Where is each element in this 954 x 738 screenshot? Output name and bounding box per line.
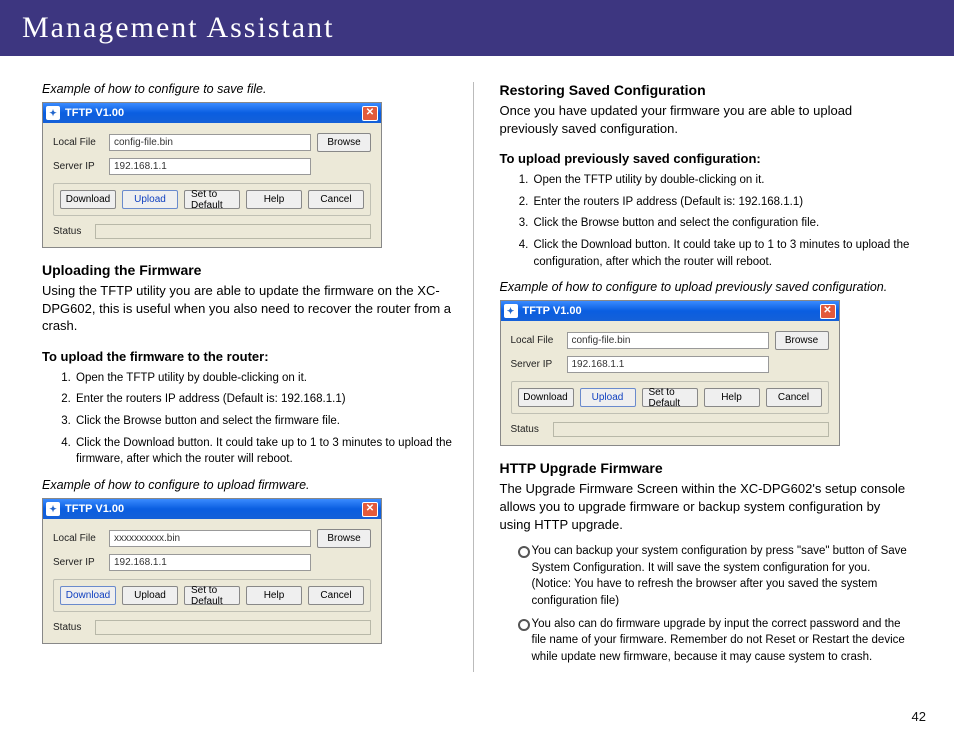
server-ip-label: Server IP bbox=[511, 359, 561, 370]
local-file-input[interactable] bbox=[109, 530, 311, 547]
local-file-label: Local File bbox=[53, 137, 103, 148]
steps-upload-config: Open the TFTP utility by double-clicking… bbox=[500, 172, 913, 270]
download-button[interactable]: Download bbox=[60, 586, 116, 605]
list-item: Click the Download button. It could take… bbox=[532, 237, 913, 270]
subheading-upload-config: To upload previously saved configuration… bbox=[500, 151, 913, 166]
status-label: Status bbox=[53, 622, 89, 633]
app-icon bbox=[504, 304, 518, 318]
local-file-label: Local File bbox=[53, 533, 103, 544]
dialog-title: TFTP V1.00 bbox=[523, 305, 582, 317]
text-uploading-firmware: Using the TFTP utility you are able to u… bbox=[42, 282, 455, 335]
text-http-upgrade: The Upgrade Firmware Screen within the X… bbox=[500, 480, 913, 533]
local-file-input[interactable] bbox=[109, 134, 311, 151]
set-default-button[interactable]: Set to Default bbox=[184, 586, 240, 605]
caption-upload-config: Example of how to configure to upload pr… bbox=[500, 280, 913, 294]
app-icon bbox=[46, 106, 60, 120]
local-file-label: Local File bbox=[511, 335, 561, 346]
dialog-title: TFTP V1.00 bbox=[65, 503, 124, 515]
status-bar bbox=[95, 224, 371, 239]
page-number: 42 bbox=[912, 709, 926, 724]
upload-button[interactable]: Upload bbox=[122, 190, 178, 209]
dialog-title: TFTP V1.00 bbox=[65, 107, 124, 119]
help-button[interactable]: Help bbox=[246, 586, 302, 605]
list-item: You can backup your system configuration… bbox=[518, 543, 913, 610]
bullets-http: You can backup your system configuration… bbox=[500, 543, 913, 666]
tftp-dialog-upload-config: TFTP V1.00 ✕ Local File Browse Server IP… bbox=[500, 300, 840, 446]
browse-button[interactable]: Browse bbox=[317, 529, 371, 548]
heading-restoring: Restoring Saved Configuration bbox=[500, 82, 913, 98]
heading-uploading-firmware: Uploading the Firmware bbox=[42, 262, 455, 278]
right-column: Restoring Saved Configuration Once you h… bbox=[494, 82, 913, 672]
tftp-dialog-upload-fw: TFTP V1.00 ✕ Local File Browse Server IP… bbox=[42, 498, 382, 644]
list-item: Open the TFTP utility by double-clicking… bbox=[74, 370, 455, 387]
cancel-button[interactable]: Cancel bbox=[308, 190, 364, 209]
list-item: Enter the routers IP address (Default is… bbox=[532, 194, 913, 211]
close-icon[interactable]: ✕ bbox=[362, 106, 378, 121]
heading-http-upgrade: HTTP Upgrade Firmware bbox=[500, 460, 913, 476]
cancel-button[interactable]: Cancel bbox=[766, 388, 822, 407]
upload-button[interactable]: Upload bbox=[122, 586, 178, 605]
page-body: Example of how to configure to save file… bbox=[0, 56, 954, 672]
dialog-titlebar: TFTP V1.00 ✕ bbox=[501, 301, 839, 321]
list-item: Click the Browse button and select the f… bbox=[74, 413, 455, 430]
help-button[interactable]: Help bbox=[704, 388, 760, 407]
browse-button[interactable]: Browse bbox=[775, 331, 829, 350]
list-item: Enter the routers IP address (Default is… bbox=[74, 391, 455, 408]
caption-save-file: Example of how to configure to save file… bbox=[42, 82, 455, 96]
close-icon[interactable]: ✕ bbox=[362, 502, 378, 517]
download-button[interactable]: Download bbox=[60, 190, 116, 209]
list-item: Click the Download button. It could take… bbox=[74, 435, 455, 468]
header-bar: Management Assistant bbox=[0, 0, 954, 56]
server-ip-input[interactable] bbox=[109, 158, 311, 175]
subheading-upload-router: To upload the firmware to the router: bbox=[42, 349, 455, 364]
steps-upload-firmware: Open the TFTP utility by double-clicking… bbox=[42, 370, 455, 468]
server-ip-label: Server IP bbox=[53, 161, 103, 172]
list-item: Click the Browse button and select the c… bbox=[532, 215, 913, 232]
set-default-button[interactable]: Set to Default bbox=[642, 388, 698, 407]
status-label: Status bbox=[511, 424, 547, 435]
close-icon[interactable]: ✕ bbox=[820, 304, 836, 319]
app-icon bbox=[46, 502, 60, 516]
dialog-titlebar: TFTP V1.00 ✕ bbox=[43, 499, 381, 519]
tftp-dialog-save: TFTP V1.00 ✕ Local File Browse Server IP… bbox=[42, 102, 382, 248]
local-file-input[interactable] bbox=[567, 332, 769, 349]
status-label: Status bbox=[53, 226, 89, 237]
help-button[interactable]: Help bbox=[246, 190, 302, 209]
cancel-button[interactable]: Cancel bbox=[308, 586, 364, 605]
caption-upload-firmware: Example of how to configure to upload fi… bbox=[42, 478, 455, 492]
dialog-titlebar: TFTP V1.00 ✕ bbox=[43, 103, 381, 123]
text-restoring: Once you have updated your firmware you … bbox=[500, 102, 913, 137]
page-title: Management Assistant bbox=[22, 11, 334, 45]
server-ip-input[interactable] bbox=[109, 554, 311, 571]
status-bar bbox=[553, 422, 829, 437]
download-button[interactable]: Download bbox=[518, 388, 574, 407]
upload-button[interactable]: Upload bbox=[580, 388, 636, 407]
server-ip-input[interactable] bbox=[567, 356, 769, 373]
set-default-button[interactable]: Set to Default bbox=[184, 190, 240, 209]
left-column: Example of how to configure to save file… bbox=[42, 82, 474, 672]
list-item: Open the TFTP utility by double-clicking… bbox=[532, 172, 913, 189]
list-item: You also can do firmware upgrade by inpu… bbox=[518, 616, 913, 666]
status-bar bbox=[95, 620, 371, 635]
server-ip-label: Server IP bbox=[53, 557, 103, 568]
browse-button[interactable]: Browse bbox=[317, 133, 371, 152]
